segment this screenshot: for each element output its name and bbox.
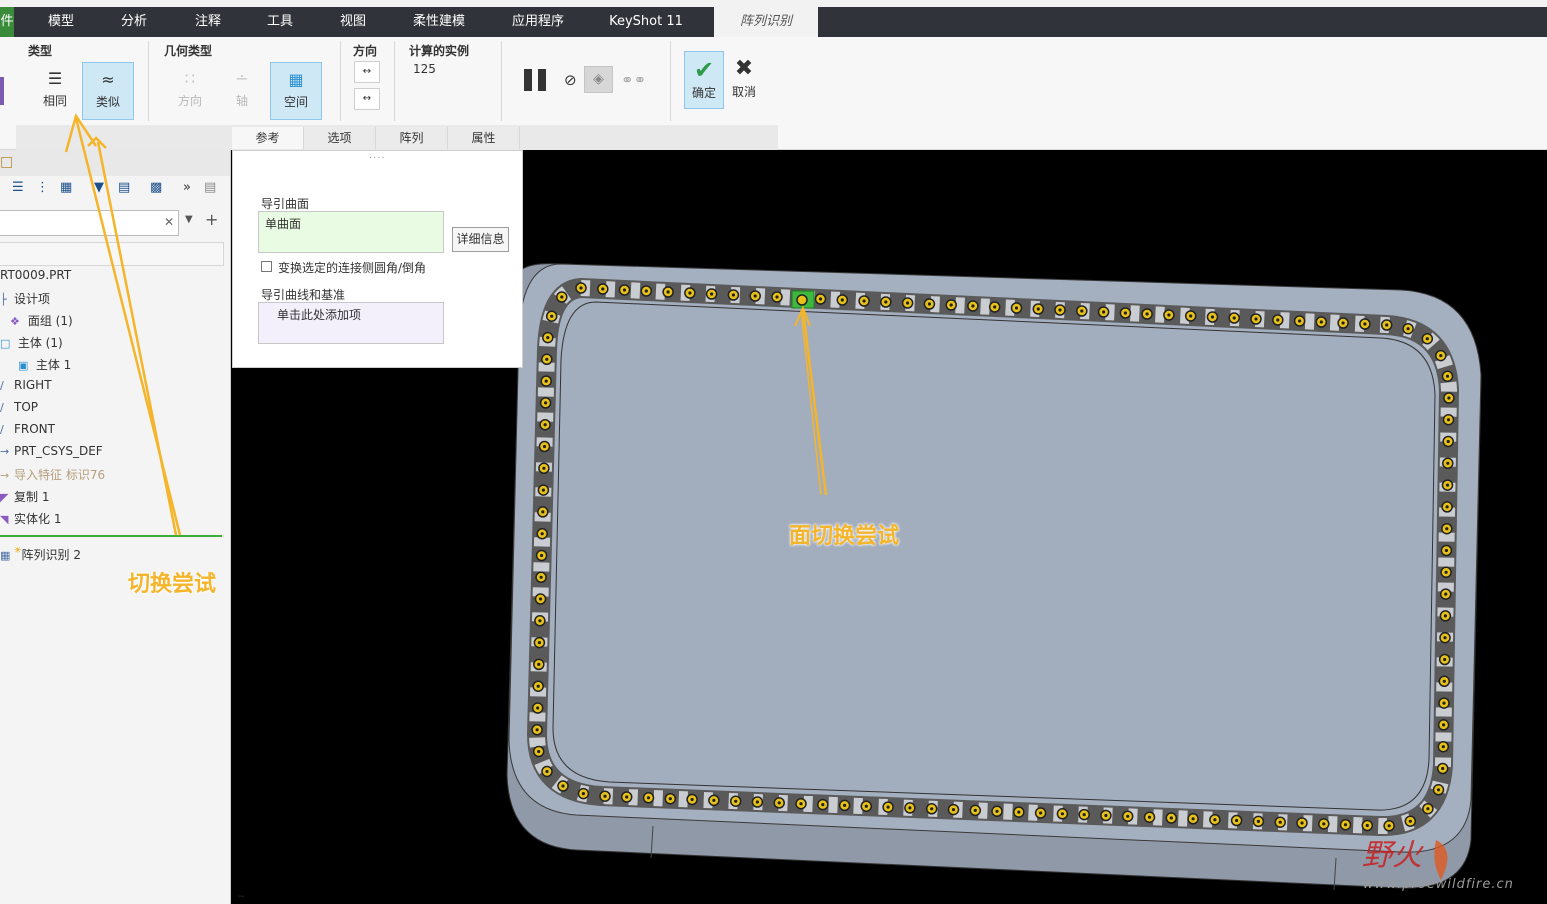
annotation-face-switch-try: 面切换尝试 xyxy=(789,524,900,549)
watermark-logo: 野火 xyxy=(1362,838,1422,873)
annotation-arrows xyxy=(64,113,182,536)
annotation-switch-try: 切换尝试 xyxy=(128,572,217,597)
watermark-url: www.proewildfire.cn xyxy=(1363,877,1514,892)
